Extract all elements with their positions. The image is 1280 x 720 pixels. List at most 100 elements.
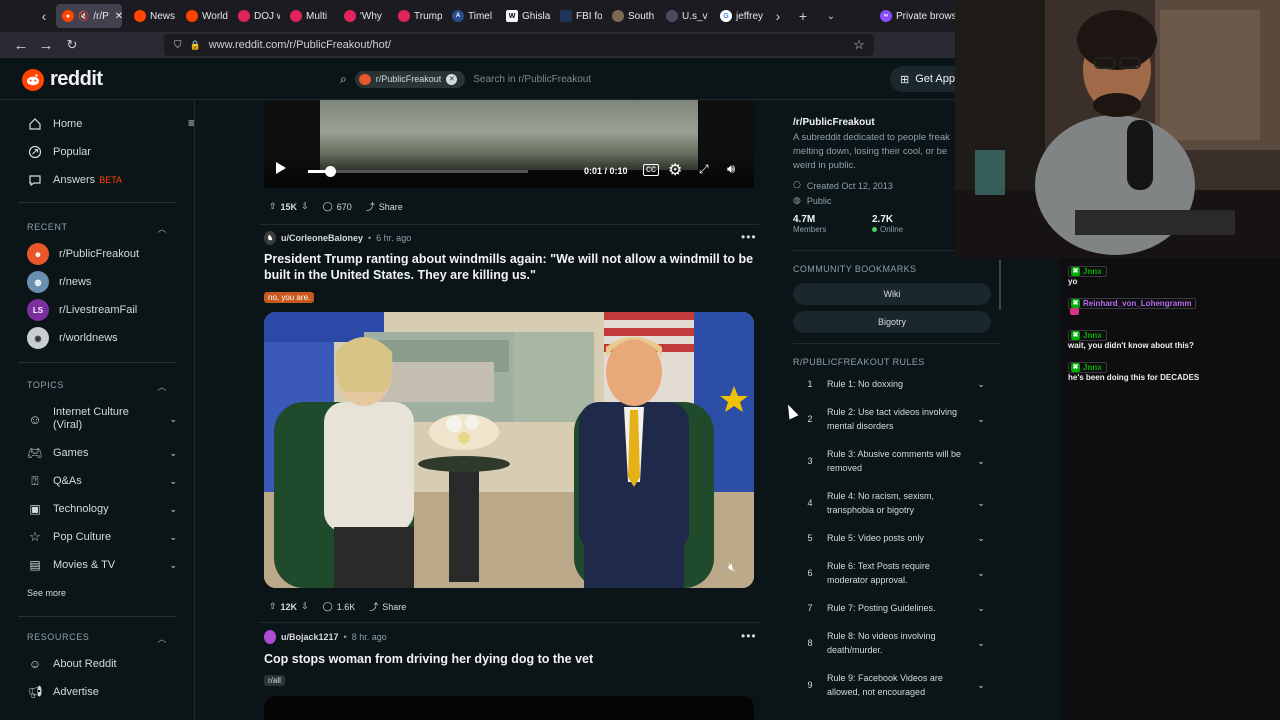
rule-item[interactable]: 4 Rule 4: No racism, sexism, transphobia … [793, 489, 993, 517]
browser-tab[interactable]: Multi [284, 4, 332, 28]
rule-item[interactable]: 7 Rule 7: Posting Guidelines. ⌄ [793, 601, 993, 615]
post-title[interactable]: President Trump ranting about windmills … [264, 251, 754, 283]
browser-tab[interactable]: FBI fo [554, 4, 602, 28]
sidebar-item-games[interactable]: 🎮︎ Games ⌄ [27, 441, 177, 465]
bookmark-star-icon[interactable]: ☆ [849, 35, 869, 55]
sidebar-item-internet-culture[interactable]: ☺ Internet Culture (Viral) ⌄ [27, 404, 177, 434]
close-tab-icon[interactable]: ✕ [115, 11, 122, 22]
chevron-down-icon[interactable]: ⌄ [169, 560, 177, 571]
comments-button[interactable]: ◯ 1.6K [323, 601, 356, 612]
chevron-down-icon[interactable]: ⌄ [973, 533, 989, 544]
clear-chip-icon[interactable]: ✕ [446, 73, 458, 85]
upvote-icon[interactable]: ⇧ [269, 201, 277, 212]
sidebar-item-popular[interactable]: Popular [27, 140, 177, 164]
chevron-down-icon[interactable]: ⌄ [973, 379, 989, 390]
browser-tab[interactable]: Gjeffrey [714, 4, 766, 28]
rule-item[interactable]: 1 Rule 1: No doxxing ⌄ [793, 377, 993, 391]
recent-section-header[interactable]: RECENT ︿ [27, 222, 167, 235]
rule-item[interactable]: 3 Rule 3: Abusive comments will be remove… [793, 447, 993, 475]
chevron-down-icon[interactable]: ⌄ [169, 476, 177, 487]
back-icon[interactable]: ← [11, 35, 31, 55]
sidebar-item-pop-culture[interactable]: ☆ Pop Culture ⌄ [27, 525, 177, 549]
browser-tab[interactable]: South [606, 4, 658, 28]
chevron-down-icon[interactable]: ⌄ [169, 532, 177, 543]
captions-icon[interactable]: cc [643, 164, 659, 176]
seek-handle[interactable] [325, 166, 336, 177]
play-icon[interactable] [276, 162, 286, 174]
chevron-down-icon[interactable]: ⌄ [973, 456, 989, 467]
rule-item[interactable]: 8 Rule 8: No videos involving death/murde… [793, 629, 993, 657]
rule-item[interactable]: 9 Rule 9: Facebook Videos are allowed, no… [793, 671, 993, 699]
forward-icon[interactable]: → [36, 35, 56, 55]
subreddit-search-chip[interactable]: r/PublicFreakout ✕ [354, 70, 466, 88]
settings-gear-icon[interactable]: ⚙ [668, 160, 682, 180]
downvote-icon[interactable]: ⇩ [301, 201, 309, 212]
browser-tab[interactable]: A Timel [446, 4, 496, 28]
rule-item[interactable]: 5 Rule 5: Video posts only ⌄ [793, 531, 993, 545]
video-player[interactable]: 0:01 / 0:10 cc ⚙ ⤢ 🔊︎ [264, 100, 754, 188]
search-icon[interactable]: ⌕ [340, 72, 347, 87]
post-image[interactable]: 🔇︎ [264, 312, 754, 588]
url-text[interactable]: www.reddit.com/r/PublicFreakout/hot/ [209, 39, 391, 51]
comments-button[interactable]: ◯ 670 [323, 201, 352, 212]
tab-list-icon[interactable]: ⌄ [821, 6, 841, 26]
sidebar-scrollbar[interactable] [999, 260, 1001, 310]
sidebar-item-worldnews[interactable]: ◉ r/worldnews [27, 326, 177, 350]
chat-username[interactable]: ✖ Jnnx [1068, 326, 1107, 341]
volume-icon[interactable]: 🔊︎ [727, 161, 735, 177]
browser-tab[interactable]: U.s_v [660, 4, 712, 28]
sidebar-item-about-reddit[interactable]: ☺ About Reddit [27, 652, 177, 676]
search-bar[interactable]: ⌕ r/PublicFreakout ✕ Search in r/PublicF… [340, 66, 860, 92]
share-button[interactable]: ⤴ Share [366, 200, 403, 213]
search-input[interactable]: Search in r/PublicFreakout [473, 74, 591, 85]
sidebar-item-advertise[interactable]: 📢︎ Advertise [27, 680, 177, 704]
bookmark-wiki-button[interactable]: Wiki [793, 283, 991, 305]
chevron-down-icon[interactable]: ⌄ [973, 638, 989, 649]
post-author[interactable]: u/CorleoneBaloney [281, 233, 363, 243]
post-options-icon[interactable]: ••• [741, 230, 757, 244]
new-tab-icon[interactable]: + [793, 6, 813, 26]
sidebar-item-answers[interactable]: Answers BETA [27, 168, 177, 192]
see-more-link[interactable]: See more [27, 581, 177, 605]
bookmark-bigotry-button[interactable]: Bigotry [793, 311, 991, 333]
url-bar[interactable]: ⛉ 🔒 www.reddit.com/r/PublicFreakout/hot/ [164, 34, 874, 56]
sidebar-item-publicfreakout[interactable]: ☻ r/PublicFreakout [27, 242, 177, 266]
shield-icon[interactable]: ⛉ [174, 40, 182, 51]
chevron-up-icon[interactable]: ︿ [157, 222, 167, 235]
sidebar-item-livestreamfail[interactable]: LS r/LivestreamFail [27, 298, 177, 322]
get-app-button[interactable]: ⊞ Get App [890, 66, 965, 92]
chevron-down-icon[interactable]: ⌄ [973, 498, 989, 509]
sidebar-item-movies-tv[interactable]: ▤ Movies & TV ⌄ [27, 553, 177, 577]
post-flair[interactable]: r/all [264, 675, 285, 686]
lock-icon[interactable]: 🔒 [190, 40, 201, 51]
browser-tab-active[interactable]: ● 🔇 /r/P ✕ [56, 4, 122, 28]
sidebar-collapse-icon[interactable]: ≡ [188, 116, 194, 130]
resources-section-header[interactable]: RESOURCES ︿ [27, 632, 167, 645]
share-button[interactable]: ⤴ Share [369, 600, 406, 613]
sidebar-item-qas[interactable]: ⍰ Q&As ⌄ [27, 469, 177, 493]
post-media-preview[interactable] [264, 696, 754, 720]
seek-bar[interactable] [308, 166, 528, 177]
post-flair[interactable]: no, you are. [264, 292, 315, 303]
browser-tab[interactable]: 'Why [338, 4, 386, 28]
post-options-icon[interactable]: ••• [741, 629, 757, 643]
chevron-down-icon[interactable]: ⌄ [169, 414, 177, 425]
topics-section-header[interactable]: TOPICS ︿ [27, 380, 167, 393]
chevron-down-icon[interactable]: ⌄ [973, 680, 989, 691]
chevron-down-icon[interactable]: ⌄ [169, 504, 177, 515]
rule-item[interactable]: 6 Rule 6: Text Posts require moderator ap… [793, 559, 993, 587]
post-author[interactable]: u/Bojack1217 [281, 632, 339, 642]
browser-tab[interactable]: W Ghisla [500, 4, 552, 28]
browser-tab[interactable]: Trump [392, 4, 442, 28]
sidebar-item-home[interactable]: Home [27, 112, 177, 136]
mute-video-icon[interactable]: 🔇︎ [728, 560, 736, 575]
community-name[interactable]: /r/PublicFreakout [793, 117, 875, 128]
chat-username[interactable]: ✖ Reinhard_von_Lohengramm [1068, 294, 1197, 309]
reddit-logo[interactable]: reddit [22, 68, 103, 91]
upvote-icon[interactable]: ⇧ [269, 601, 277, 612]
fullscreen-icon[interactable]: ⤢ [699, 162, 709, 177]
chevron-down-icon[interactable]: ⌄ [973, 568, 989, 579]
user-avatar[interactable]: ♞ [264, 231, 276, 245]
reload-icon[interactable]: ↻ [62, 35, 82, 55]
mute-icon[interactable]: 🔇 [78, 11, 89, 22]
